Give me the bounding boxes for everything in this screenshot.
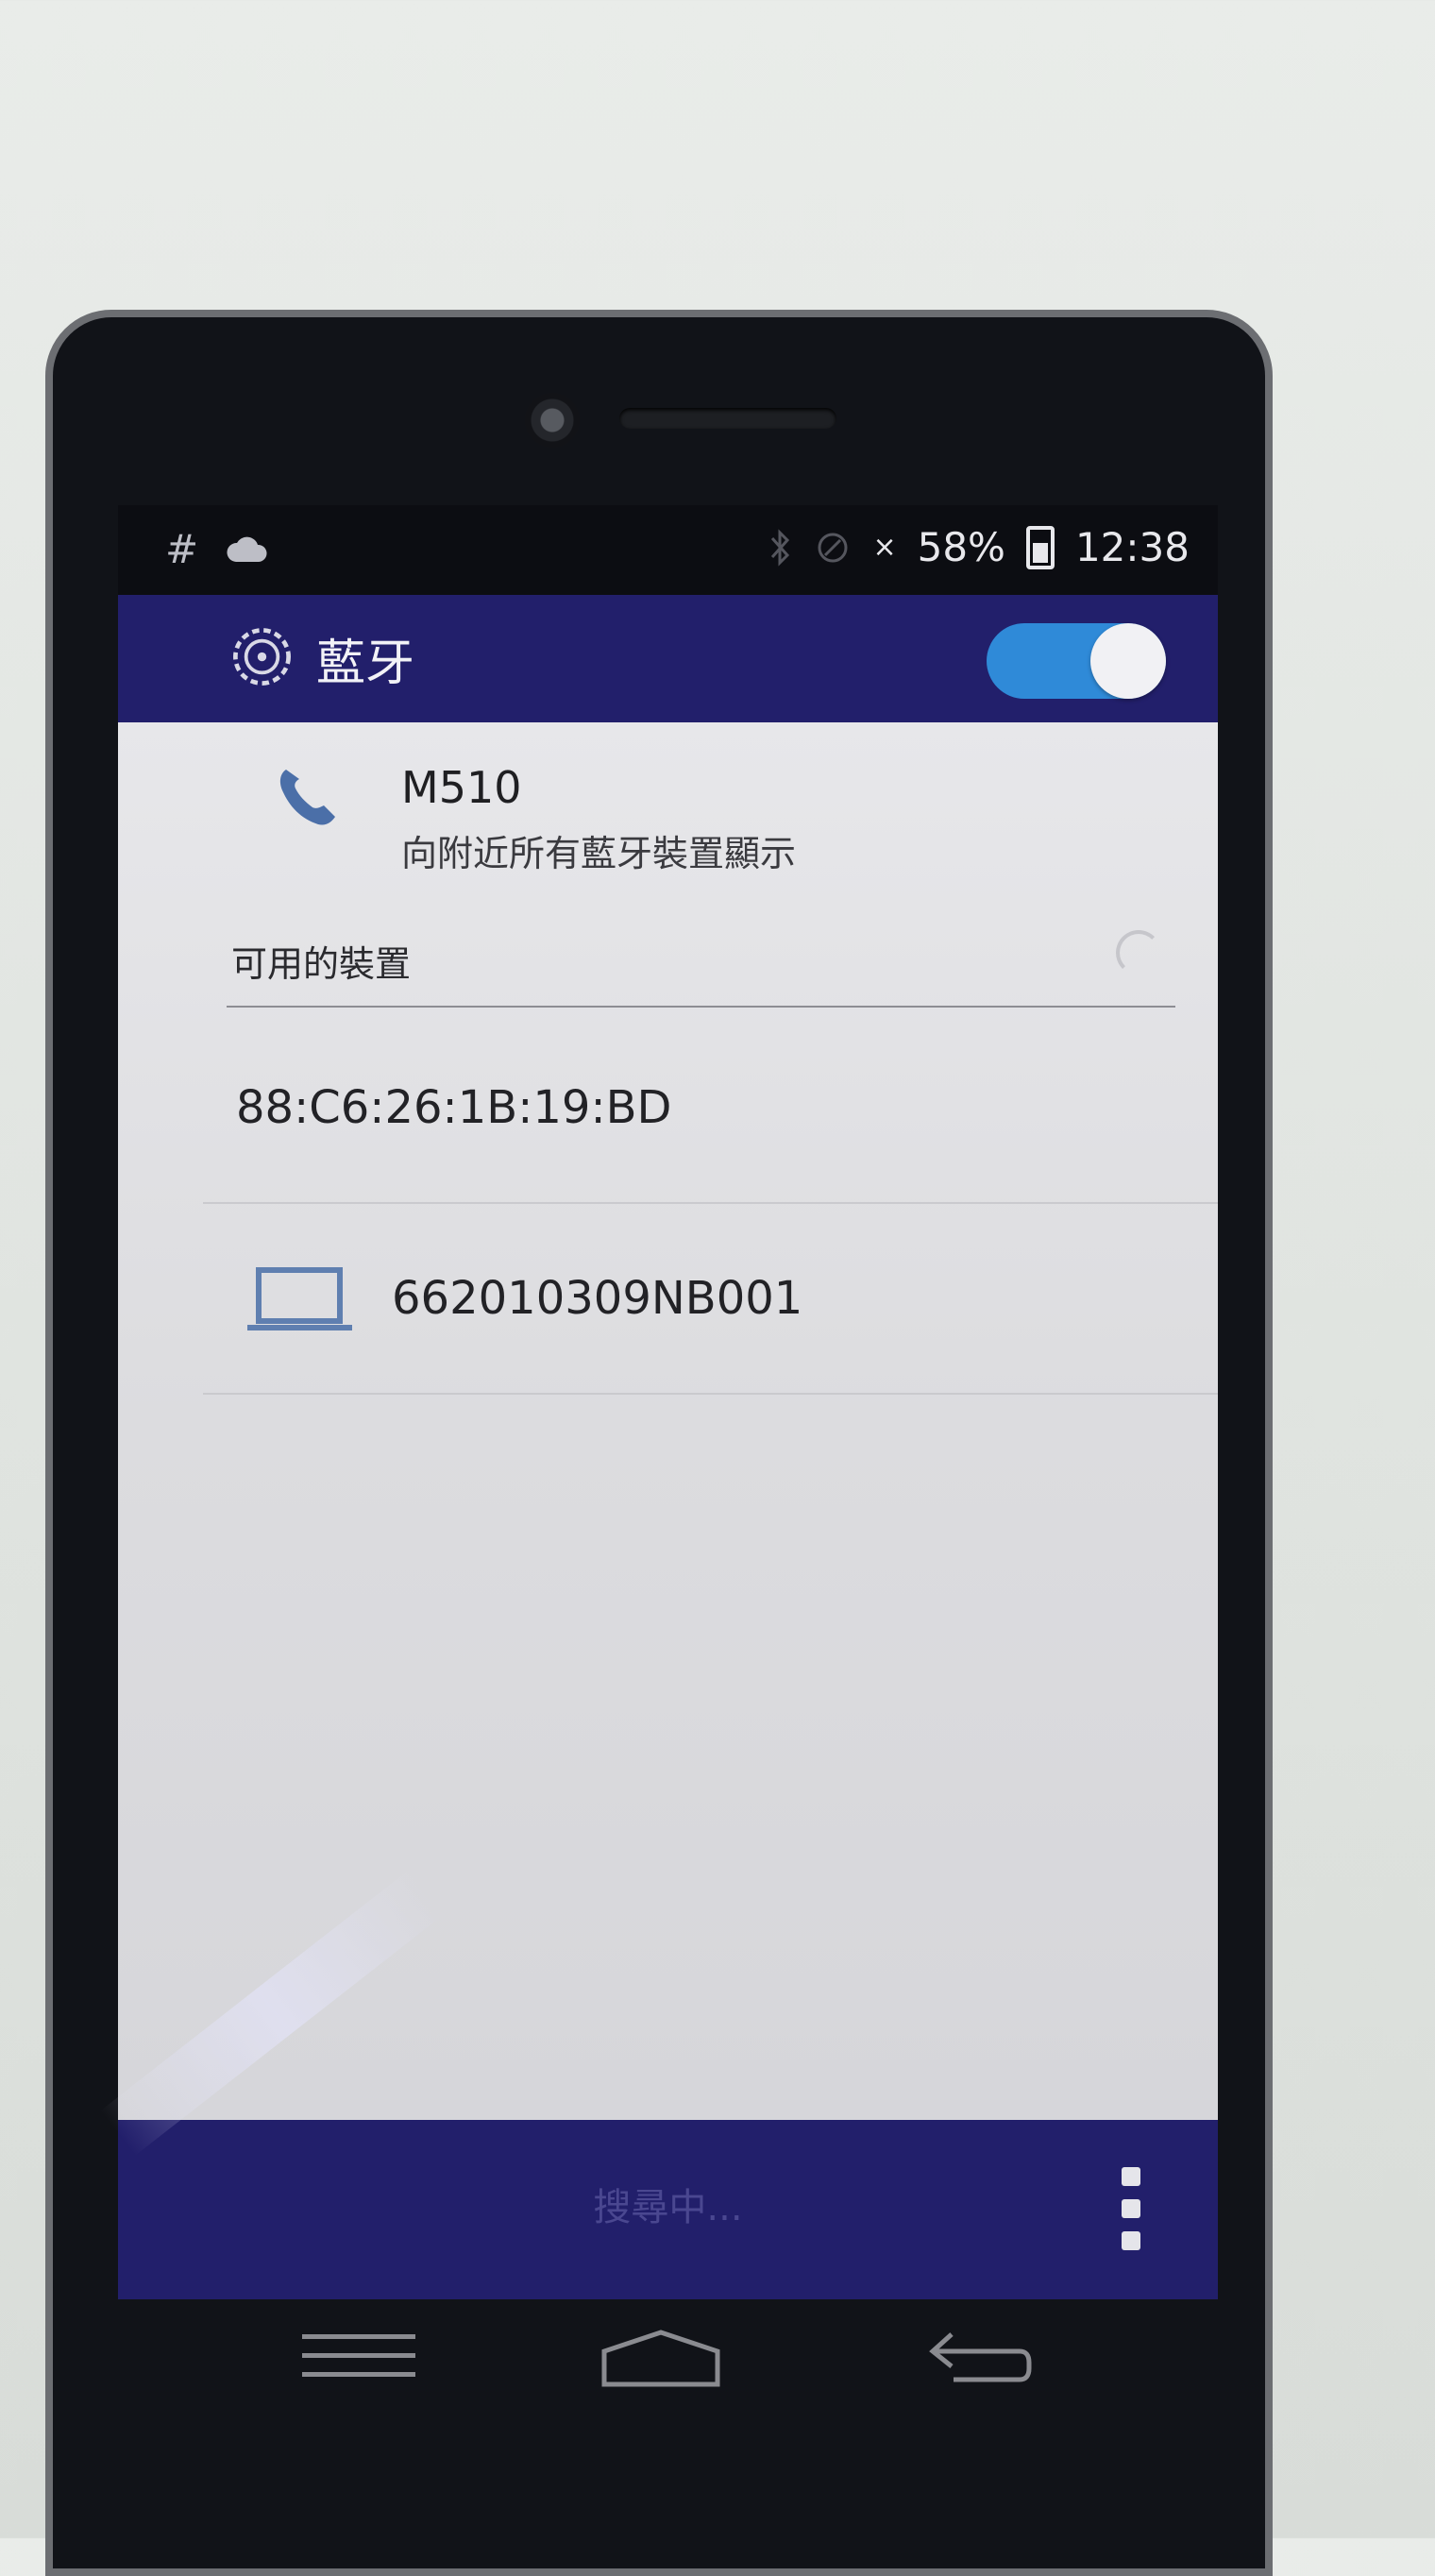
- nfc-icon: [818, 533, 848, 562]
- bottom-action-bar: 搜尋中...: [118, 2120, 1218, 2299]
- battery-icon: [1025, 525, 1055, 569]
- bluetooth-toggle[interactable]: [987, 623, 1166, 699]
- cloud-icon: [227, 536, 267, 562]
- section-divider: [227, 1006, 1175, 1008]
- action-bar: 藍牙: [118, 595, 1218, 722]
- status-bar: # × 58% 12:38: [118, 505, 1218, 595]
- device-label: 88:C6:26:1B:19:BD: [236, 1081, 672, 1134]
- front-camera: [525, 393, 580, 448]
- no-signal-icon: ×: [872, 531, 897, 564]
- available-devices-header: 可用的裝置: [231, 943, 412, 985]
- visibility-status: 向附近所有藍牙裝置顯示: [401, 833, 797, 874]
- home-icon[interactable]: [585, 2304, 736, 2417]
- this-device-row[interactable]: M510 向附近所有藍牙裝置顯示: [118, 722, 1218, 921]
- phone-icon: [279, 770, 335, 825]
- row-divider: [203, 1202, 1218, 1204]
- page-title: 藍牙: [316, 636, 415, 692]
- battery-percent: 58%: [917, 524, 1005, 570]
- hash-icon: #: [165, 526, 199, 572]
- laptop-icon: [247, 1267, 352, 1330]
- device-label: 662010309NB001: [392, 1272, 803, 1325]
- overflow-menu-icon[interactable]: [1122, 2167, 1142, 2262]
- menu-icon[interactable]: [283, 2304, 434, 2417]
- clock: 12:38: [1074, 524, 1190, 570]
- navigation-bar: [104, 2304, 1142, 2427]
- device-list-item[interactable]: 88:C6:26:1B:19:BD: [118, 1015, 1218, 1204]
- scan-status-button[interactable]: 搜尋中...: [118, 2177, 1218, 2231]
- status-right-icons: × 58% 12:38: [768, 524, 1190, 570]
- toggle-knob: [1090, 623, 1166, 699]
- earpiece-speaker: [619, 408, 836, 429]
- status-left-icons: #: [165, 526, 270, 572]
- device-name: M510: [401, 762, 522, 813]
- bluetooth-content: M510 向附近所有藍牙裝置顯示 可用的裝置 88:C6:26:1B:19:BD…: [118, 722, 1218, 2120]
- device-list-item[interactable]: 662010309NB001: [118, 1206, 1218, 1395]
- bluetooth-icon: [771, 528, 790, 567]
- scanning-spinner-icon: [1116, 930, 1161, 975]
- settings-gear-icon[interactable]: [227, 621, 297, 692]
- back-icon[interactable]: [897, 2304, 1048, 2417]
- screen: # × 58% 12:38 藍牙 M510 向附近所有藍牙裝置顯示 可用的裝置 …: [118, 505, 1218, 2299]
- row-divider: [203, 1393, 1218, 1395]
